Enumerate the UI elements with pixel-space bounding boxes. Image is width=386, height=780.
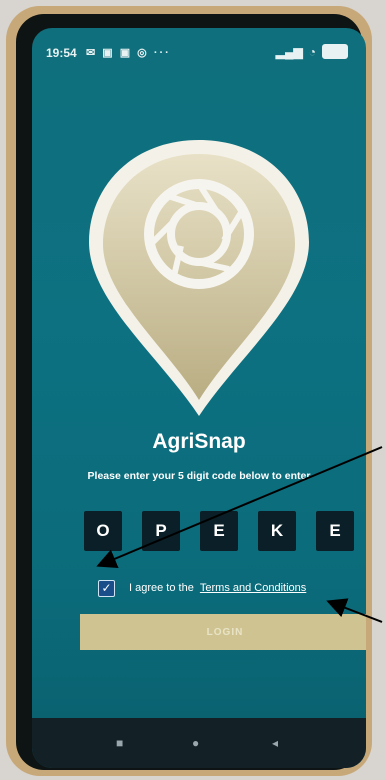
wifi-icon: ◔ xyxy=(308,44,316,59)
terms-checkbox[interactable]: ✓ xyxy=(98,579,115,597)
agree-prefix: I agree to the xyxy=(129,582,194,594)
location-pin-logo xyxy=(89,140,309,416)
login-button[interactable]: LOGIN xyxy=(80,614,366,650)
recent-apps-icon[interactable]: ■ xyxy=(116,736,123,750)
phone-frame: 19:54 ✉ ▣ ▣ ◎ ··· ▂▄▆ ◔ AgriSnap Please … xyxy=(6,6,372,776)
code-digit-3[interactable]: E xyxy=(200,511,238,551)
battery-icon xyxy=(322,44,348,59)
code-input-row: O P E K E xyxy=(84,511,366,553)
terms-agreement-row: ✓ I agree to the Terms and Conditions xyxy=(98,577,366,599)
app-screen: 19:54 ✉ ▣ ▣ ◎ ··· ▂▄▆ ◔ AgriSnap Please … xyxy=(32,28,366,768)
signal-icon: ▂▄▆ xyxy=(275,44,303,59)
phone-bezel: 19:54 ✉ ▣ ▣ ◎ ··· ▂▄▆ ◔ AgriSnap Please … xyxy=(16,14,366,770)
code-digit-2[interactable]: P xyxy=(142,511,180,551)
app-title: AgriSnap xyxy=(152,430,246,453)
status-bar: 19:54 ✉ ▣ ▣ ◎ ··· ▂▄▆ ◔ xyxy=(32,28,366,68)
android-nav-bar: ■ ● ◂ xyxy=(32,718,366,768)
back-icon[interactable]: ◂ xyxy=(272,736,278,750)
agree-label: I agree to the Terms and Conditions xyxy=(129,582,306,594)
status-notification-icons: ✉ ▣ ▣ ◎ ··· xyxy=(86,47,171,59)
code-instructions: Please enter your 5 digit code below to … xyxy=(87,470,311,482)
code-digit-1[interactable]: O xyxy=(84,511,122,551)
code-digit-5[interactable]: E xyxy=(316,511,354,551)
status-right: ▂▄▆ ◔ xyxy=(276,44,348,59)
terms-link[interactable]: Terms and Conditions xyxy=(200,582,306,594)
status-time: 19:54 xyxy=(46,46,77,60)
home-icon[interactable]: ● xyxy=(192,736,199,750)
code-digit-4[interactable]: K xyxy=(258,511,296,551)
